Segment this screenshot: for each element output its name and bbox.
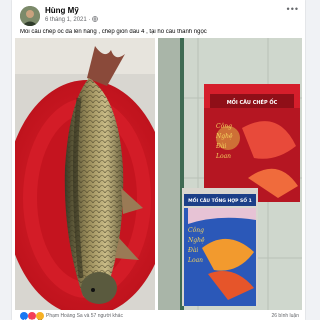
post-meta: 6 tháng 1, 2021 · <box>45 16 98 23</box>
product-top-slogan-3: Đài <box>215 143 226 150</box>
like-icon[interactable] <box>20 312 28 320</box>
reactions-summary[interactable]: Phạm Hoàng Sa và 57 người khác <box>46 313 123 319</box>
product-top-slogan-2: Nghệ <box>215 133 233 140</box>
product-top-slogan-4: Loan <box>215 153 231 160</box>
product-top-slogan-1: Công <box>216 123 232 130</box>
globe-icon <box>92 16 98 23</box>
love-icon[interactable] <box>28 312 36 320</box>
bait-bag-top: MỒI CÂU CHÉP ỐC Công Nghệ Đài Loan <box>204 84 300 202</box>
photo-bait-bags[interactable]: MỒI CÂU CHÉP ỐC Công Nghệ Đài Loan MỒI C… <box>158 38 302 310</box>
post-caption: Mồi câu chép ốc đã lên hàng , chép giòn … <box>20 29 207 35</box>
author-name[interactable]: Hùng Mỹ <box>45 6 79 15</box>
bait-bag-bottom: MỒI CÂU TỔNG HỢP SỐ 1 Công Nghệ Đài Loan <box>182 188 258 306</box>
post-date[interactable]: 6 tháng 1, 2021 <box>45 17 87 23</box>
product-bottom-slogan-2: Nghệ <box>187 237 205 244</box>
facebook-post-card: Hùng Mỹ 6 tháng 1, 2021 · ••• Mồi câu ch… <box>12 0 305 320</box>
product-bottom-slogan-4: Loan <box>187 257 203 264</box>
product-bottom-slogan-1: Công <box>188 227 204 234</box>
product-bottom-slogan-3: Đài <box>187 247 198 254</box>
avatar[interactable] <box>20 6 40 26</box>
haha-icon[interactable] <box>36 312 44 320</box>
comments-count[interactable]: 26 bình luận <box>271 313 299 319</box>
photo-carp[interactable] <box>15 38 155 310</box>
more-options-icon[interactable]: ••• <box>287 4 299 14</box>
